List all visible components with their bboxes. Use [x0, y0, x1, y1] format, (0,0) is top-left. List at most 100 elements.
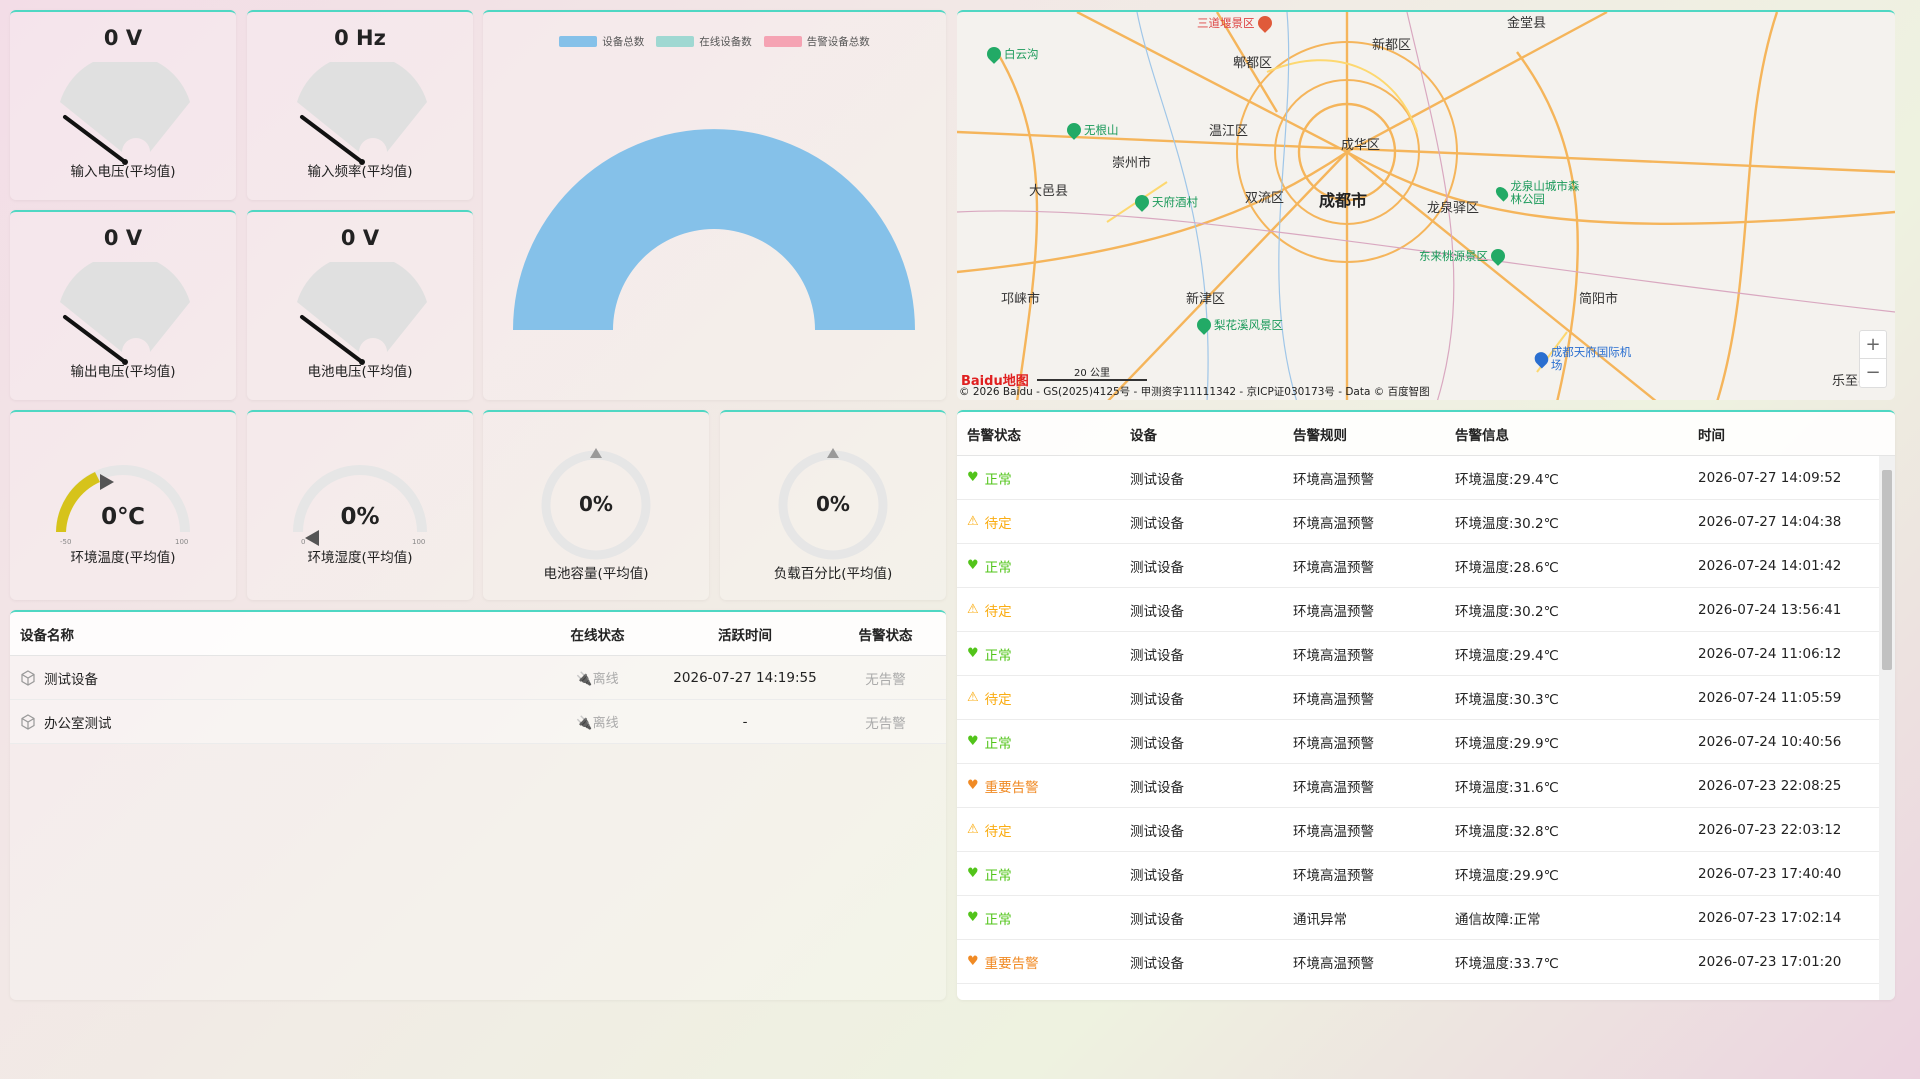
alarm-rule: 环境高温预警	[1293, 559, 1374, 576]
battery-value: 0%	[579, 492, 613, 516]
alarm-device: 测试设备	[1130, 779, 1184, 796]
alarm-time: 2026-07-23 17:40:40	[1698, 865, 1842, 882]
warning-icon: ⚠	[967, 514, 979, 529]
alarm-row[interactable]: ♥ 重要告警 测试设备 环境高温预警 环境温度:31.6℃ 2026-07-23 22:0…	[957, 764, 1879, 808]
alarm-row[interactable]: ♥ 正常 测试设备 环境高温预警 环境温度:28.6℃ 2026-07-24 14:01:…	[957, 544, 1879, 588]
device-table: 设备名称 在线状态 活跃时间 告警状态 测试设备 🔌离线 2026-07-27 …	[10, 610, 946, 1000]
alarm-info: 环境温度:29.4℃	[1455, 647, 1559, 664]
plug-icon: 🔌	[576, 716, 593, 731]
zoom-in-button[interactable]: +	[1860, 331, 1886, 359]
alarm-status-cell: ⚠ 待定	[967, 690, 1012, 708]
device-name: 办公室测试	[44, 715, 112, 732]
alarm-time: 2026-07-23 22:03:12	[1698, 821, 1842, 838]
poi-scenic[interactable]: 天府酒村	[1132, 192, 1198, 212]
alarm-time: 2026-07-23 17:01:20	[1698, 953, 1842, 970]
alarm-device: 测试设备	[1130, 823, 1184, 840]
battery-card: 0% 电池容量(平均值)	[483, 410, 709, 600]
map-label: 崇州市	[1112, 156, 1152, 171]
poi-scenic[interactable]: 龙泉山城市森林公园	[1493, 180, 1587, 206]
airport-icon	[1531, 349, 1551, 369]
col-device[interactable]: 设备	[1120, 424, 1283, 444]
alarm-row[interactable]: ♥ 正常 测试设备 环境高温预警 环境温度:29.9℃ 2026-07-23 17:40:…	[957, 852, 1879, 896]
alarm-device: 测试设备	[1130, 735, 1184, 752]
alarm-info: 环境温度:30.3℃	[1455, 691, 1559, 708]
pin-icon	[1064, 120, 1084, 140]
heart-icon: ♥	[967, 734, 979, 749]
device-name: 测试设备	[44, 671, 98, 688]
alarm-status-cell: ♥ 重要告警	[967, 778, 1039, 796]
alarm-info: 通信故障:正常	[1455, 911, 1541, 928]
alarm-device: 测试设备	[1130, 559, 1184, 576]
gauge-label: 输出电压(平均值)	[70, 364, 176, 380]
legend-item-alarm[interactable]: 告警设备总数	[763, 34, 870, 49]
col-alarm-status[interactable]: 告警状态	[957, 424, 1120, 444]
table-row[interactable]: 办公室测试 🔌离线 - 无告警	[10, 700, 946, 744]
alarm-rule: 环境高温预警	[1293, 647, 1374, 664]
heart-icon: ♥	[967, 954, 979, 969]
alarm-time: 2026-07-24 10:40:56	[1698, 733, 1842, 750]
col-active-time[interactable]: 活跃时间	[665, 624, 825, 644]
warning-icon: ⚠	[967, 690, 979, 705]
alarm-row[interactable]: ⚠ 待定 测试设备 环境高温预警 环境温度:30.3℃ 2026-07-24 11:05:…	[957, 676, 1879, 720]
col-device-name[interactable]: 设备名称	[10, 624, 530, 644]
scrollbar[interactable]	[1879, 456, 1895, 1000]
alarm-table: 告警状态 设备 告警规则 告警信息 时间 ♥ 正常 测试设备 环境高温预警 环境温度:2…	[957, 410, 1895, 1000]
alarm-time: 2026-07-24 14:01:42	[1698, 557, 1842, 574]
alarm-row[interactable]: ⚠ 待定 测试设备 环境高温预警 环境温度:32.8℃ 2026-07-23 22:03:…	[957, 808, 1879, 852]
alarm-info: 环境温度:31.6℃	[1455, 779, 1559, 796]
alarm-row[interactable]: ♥ 正常 测试设备 环境高温预警 环境温度:29.4℃ 2026-07-24 11:06:…	[957, 632, 1879, 676]
legend-item-online[interactable]: 在线设备数	[656, 34, 752, 49]
alarm-device: 测试设备	[1130, 471, 1184, 488]
col-rule[interactable]: 告警规则	[1283, 424, 1445, 444]
alarm-table-body[interactable]: ♥ 正常 测试设备 环境高温预警 环境温度:29.4℃ 2026-07-27 14:09:…	[957, 456, 1879, 1000]
legend-item-total[interactable]: 设备总数	[559, 34, 644, 49]
active-time: -	[742, 713, 748, 730]
pin-icon	[1493, 184, 1511, 202]
poi-airport[interactable]: 成都天府国际机场	[1531, 346, 1635, 372]
poi-scenic[interactable]: 白云沟	[984, 44, 1039, 64]
alarm-row[interactable]: ⚠ 待定 测试设备 环境高温预警 环境温度:30.2℃ 2026-07-24 13:56:…	[957, 588, 1879, 632]
alarm-rule: 环境高温预警	[1293, 867, 1374, 884]
alarm-time: 2026-07-27 14:04:38	[1698, 513, 1842, 530]
alarm-device: 测试设备	[1130, 515, 1184, 532]
col-alarm[interactable]: 告警状态	[825, 624, 946, 644]
alarm-time: 2026-07-24 11:05:59	[1698, 689, 1842, 706]
alarm-row[interactable]: ♥ 正常 测试设备 环境高温预警 环境温度:29.9℃ 2026-07-24 10:40:…	[957, 720, 1879, 764]
alarm-status: 无告警	[865, 715, 906, 732]
alarm-time: 2026-07-23 17:02:14	[1698, 909, 1842, 926]
alarm-row[interactable]: ♥ 正常 测试设备 通讯异常 通信故障:正常 2026-07-23 17:02:14	[957, 896, 1879, 940]
active-time: 2026-07-27 14:19:55	[673, 669, 817, 686]
table-row[interactable]: 测试设备 🔌离线 2026-07-27 14:19:55 无告警	[10, 656, 946, 700]
heart-icon: ♥	[967, 558, 979, 573]
table-header: 设备名称 在线状态 活跃时间 告警状态	[10, 612, 946, 656]
col-info[interactable]: 告警信息	[1445, 424, 1688, 444]
map-label: 新都区	[1372, 38, 1412, 53]
alarm-row[interactable]: ♥ 正常 测试设备 环境高温预警 环境温度:29.4℃ 2026-07-27 14:09:…	[957, 456, 1879, 500]
gauge-card-input-frequency: 0 Hz 输入频率(平均值)	[247, 10, 473, 200]
alarm-rule: 环境高温预警	[1293, 735, 1374, 752]
alarm-row[interactable]: ⚠ 待定 测试设备 环境高温预警 环境温度:30.2℃ 2026-07-27 14:04:…	[957, 500, 1879, 544]
alarm-info: 环境温度:32.8℃	[1455, 823, 1559, 840]
temperature-value: 0℃	[101, 504, 145, 530]
humidity-min-label: 0	[301, 538, 305, 546]
alarm-time: 2026-07-23 22:08:25	[1698, 777, 1842, 794]
poi-scenic[interactable]: 东来桃源景区	[1419, 246, 1508, 266]
alarm-status-cell: ♥ 正常	[967, 866, 1012, 884]
humidity-max-label: 100	[412, 538, 425, 546]
alarm-table-header: 告警状态 设备 告警规则 告警信息 时间	[957, 412, 1895, 456]
zoom-out-button[interactable]: −	[1860, 359, 1886, 387]
alarm-status-cell: ♥ 正常	[967, 470, 1012, 488]
poi-scenic[interactable]: 梨花溪风景区	[1194, 315, 1283, 335]
pin-icon	[1488, 246, 1508, 266]
gauge-card-output-voltage: 0 V 输出电压(平均值)	[10, 210, 236, 400]
map-view[interactable]: 金堂县 新都区 郫都区 温江区 成华区 崇州市 大邑县 双流区 成都市 龙泉驿区…	[957, 10, 1895, 400]
gauge-label: 输入电压(平均值)	[70, 164, 176, 180]
map-label: 郫都区	[1233, 56, 1273, 71]
col-time[interactable]: 时间	[1688, 424, 1878, 444]
scrollbar-thumb[interactable]	[1882, 470, 1892, 670]
alarm-time: 2026-07-24 13:56:41	[1698, 601, 1842, 618]
poi-scenic[interactable]: 无根山	[1064, 120, 1119, 140]
poi-scenic[interactable]: 三道堰景区	[1197, 13, 1275, 33]
col-online[interactable]: 在线状态	[530, 624, 665, 644]
alarm-row[interactable]: ♥ 重要告警 测试设备 环境高温预警 环境温度:33.7℃ 2026-07-23 17:0…	[957, 940, 1879, 984]
